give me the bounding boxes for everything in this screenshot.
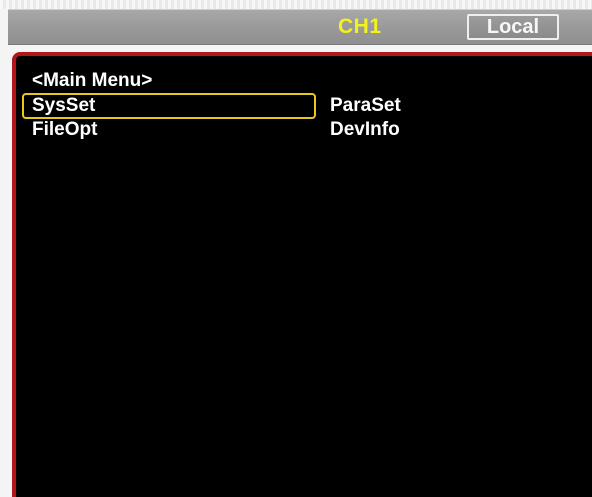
menu-item-fileopt[interactable]: FileOpt	[32, 119, 97, 141]
channel-indicator: CH1	[338, 15, 382, 38]
menu-item-devinfo[interactable]: DevInfo	[330, 119, 400, 141]
instrument-screen: CH1 Local <Main Menu> SysSet ParaSet Fil…	[0, 0, 592, 497]
top-edge-strip	[0, 0, 592, 9]
menu-title: <Main Menu>	[32, 70, 153, 91]
menu-item-sysset[interactable]: SysSet	[32, 95, 95, 117]
status-bar: CH1 Local	[8, 9, 592, 45]
menu-item-paraset[interactable]: ParaSet	[330, 95, 401, 117]
main-menu-panel: <Main Menu> SysSet ParaSet FileOpt DevIn…	[12, 52, 592, 497]
local-mode-button[interactable]: Local	[467, 14, 559, 40]
